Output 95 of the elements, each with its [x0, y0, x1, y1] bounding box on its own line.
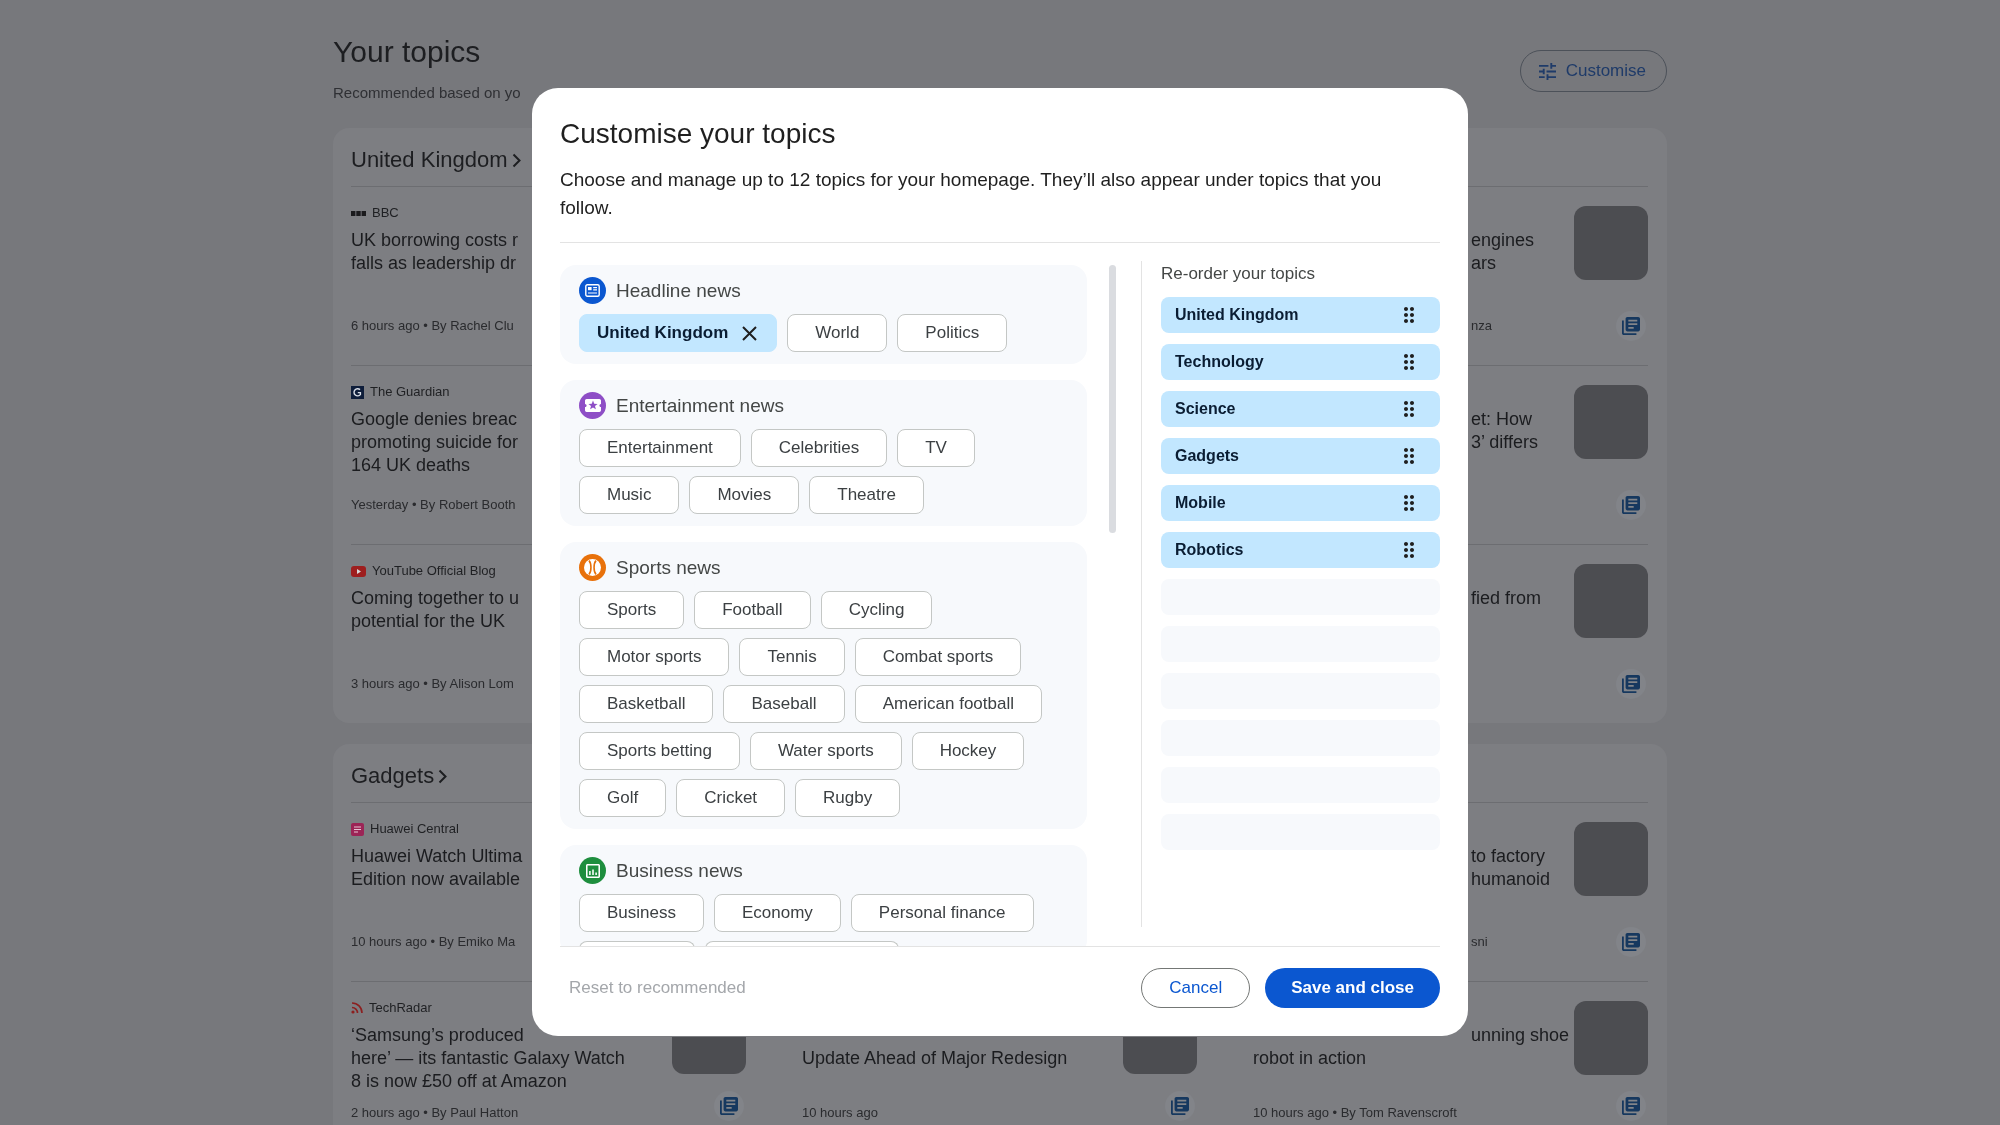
topic-chip[interactable]: Combat sports: [854, 638, 1022, 676]
topic-chip[interactable]: Basketball: [579, 685, 714, 723]
topic-chip[interactable]: Rugby: [795, 779, 901, 817]
dialog-title: Customise your topics: [560, 117, 837, 151]
topic-chip[interactable]: Music: [579, 476, 680, 514]
sliders-icon: [1538, 62, 1556, 80]
source-name: YouTube Official Blog: [372, 563, 496, 579]
drag-handle-icon[interactable]: [1404, 401, 1414, 417]
article-headline[interactable]: UK borrowing costs r falls as leadership dr: [351, 229, 519, 275]
article-byline: 10 hours ago: [802, 1105, 878, 1121]
topic-chip[interactable]: Celebrities: [750, 429, 888, 467]
topic-chip[interactable]: Personal finance: [850, 894, 1034, 932]
article-headline[interactable]: unning shoe: [1471, 1024, 1570, 1047]
topic-chip[interactable]: Motor sports: [579, 638, 730, 676]
signal-waves-icon: [351, 1002, 363, 1014]
topic-chip[interactable]: American football: [854, 685, 1042, 723]
drag-handle-icon[interactable]: [1404, 495, 1414, 511]
stacked-pages-icon[interactable]: [1616, 669, 1646, 699]
article-byline: 2 hours ago • By Paul Hatton: [351, 1105, 519, 1121]
topic-chip[interactable]: Cycling: [820, 591, 933, 629]
topic-chip[interactable]: Sports: [579, 591, 685, 629]
page-subtitle: Recommended based on yo: [333, 83, 521, 103]
stacked-pages-icon[interactable]: [1616, 311, 1646, 341]
article-byline: 6 hours ago • By Rachel Clu: [351, 318, 514, 334]
topic-group-title: Sports news: [616, 556, 721, 580]
topic-chip[interactable]: Business: [579, 894, 704, 932]
topic-chip[interactable]: TV: [897, 429, 975, 467]
topic-item[interactable]: Science: [1161, 391, 1440, 427]
article-byline: 3 hours ago • By Alison Lom: [351, 676, 514, 692]
topic-item[interactable]: Gadgets: [1161, 438, 1440, 474]
topic-card-title[interactable]: Gadgets: [351, 762, 435, 790]
topic-chip[interactable]: Hockey: [911, 732, 1025, 770]
drag-handle-icon[interactable]: [1404, 448, 1414, 464]
article-headline[interactable]: fied from: [1471, 587, 1542, 610]
article-byline: Yesterday • By Robert Booth: [351, 497, 516, 513]
article-headline[interactable]: Update Ahead of Major Redesign: [802, 1047, 1068, 1070]
topic-chip[interactable]: Water sports: [749, 732, 902, 770]
topic-chip[interactable]: United Kingdom: [579, 314, 778, 352]
close-icon[interactable]: [742, 325, 758, 341]
topic-chip[interactable]: Politics: [897, 314, 1008, 352]
scrollbar-thumb[interactable]: [1109, 265, 1116, 533]
topic-chip[interactable]: Theatre: [809, 476, 924, 514]
topic-item[interactable]: Technology: [1161, 344, 1440, 380]
article-headline[interactable]: et: How 3’ differs: [1471, 408, 1539, 454]
topic-chip[interactable]: Golf: [579, 779, 667, 817]
page-title: Your topics: [333, 34, 481, 70]
tile-icon: [351, 822, 364, 836]
drag-handle-icon[interactable]: [1404, 542, 1414, 558]
save-button[interactable]: Save and close: [1265, 968, 1440, 1008]
topic-chip[interactable]: World: [787, 314, 888, 352]
article-headline[interactable]: Huawei Watch Ultima Edition now available: [351, 845, 523, 891]
topic-card-title[interactable]: United Kingdom: [351, 146, 508, 174]
drag-handle-icon[interactable]: [1404, 307, 1414, 323]
topic-item[interactable]: Mobile: [1161, 485, 1440, 521]
stacked-pages-icon[interactable]: [1616, 1091, 1646, 1121]
article-headline[interactable]: engines ars: [1471, 229, 1535, 275]
article-headline[interactable]: Google denies breac promoting suicide for 164 UK deaths: [351, 408, 519, 477]
stacked-pages-icon[interactable]: [1616, 927, 1646, 957]
three-squares-icon: [351, 210, 366, 216]
chevron-right-icon: [511, 152, 521, 168]
cancel-button[interactable]: Cancel: [1141, 968, 1251, 1008]
topic-item[interactable]: Robotics: [1161, 532, 1440, 568]
article-byline: sni: [1471, 934, 1488, 950]
article-headline[interactable]: Coming together to u potential for the UK: [351, 587, 520, 633]
topic-chip[interactable]: Baseball: [723, 685, 845, 723]
article-headline[interactable]: ‘Samsung’s produced here’ — its fantastic Galaxy Watch 8 is now £50 off at Amazon: [351, 1024, 625, 1093]
source-name: TechRadar: [369, 1000, 432, 1016]
article-headline[interactable]: robot in action: [1253, 1047, 1367, 1070]
topic-chip[interactable]: Cricket: [676, 779, 786, 817]
article-byline: 10 hours ago • By Tom Ravenscroft: [1253, 1105, 1457, 1121]
stacked-pages-icon[interactable]: [1165, 1091, 1195, 1121]
source-name: BBC: [372, 205, 399, 221]
arc-tile-icon: [351, 385, 364, 399]
article-byline: nza: [1471, 318, 1492, 334]
reorder-title: Re-order your topics: [1161, 264, 1316, 284]
dialog-description: Choose and manage up to 12 topics for your homepage. They’ll also appear under topics that you follow.: [560, 168, 1383, 220]
article-headline[interactable]: to factory humanoid: [1471, 845, 1551, 891]
stacked-pages-icon[interactable]: [714, 1091, 744, 1121]
topic-group-title: Headline news: [616, 279, 741, 303]
topic-item[interactable]: United Kingdom: [1161, 297, 1440, 333]
play-icon: [351, 565, 366, 577]
topic-chip[interactable]: Sports betting: [579, 732, 740, 770]
drag-handle-icon[interactable]: [1404, 354, 1414, 370]
stacked-pages-icon[interactable]: [1616, 490, 1646, 520]
source-name: The Guardian: [370, 384, 450, 400]
topic-chip[interactable]: Economy: [714, 894, 841, 932]
topic-chip[interactable]: Football: [694, 591, 811, 629]
topic-chip[interactable]: Movies: [689, 476, 800, 514]
topic-chip[interactable]: Entertainment: [579, 429, 741, 467]
topic-group-title: Business news: [616, 859, 743, 883]
source-name: Huawei Central: [370, 821, 459, 837]
topic-chip[interactable]: Tennis: [739, 638, 845, 676]
chevron-right-icon: [438, 768, 448, 784]
topic-group-title: Entertainment news: [616, 394, 784, 418]
article-byline: 10 hours ago • By Emiko Ma: [351, 934, 516, 950]
